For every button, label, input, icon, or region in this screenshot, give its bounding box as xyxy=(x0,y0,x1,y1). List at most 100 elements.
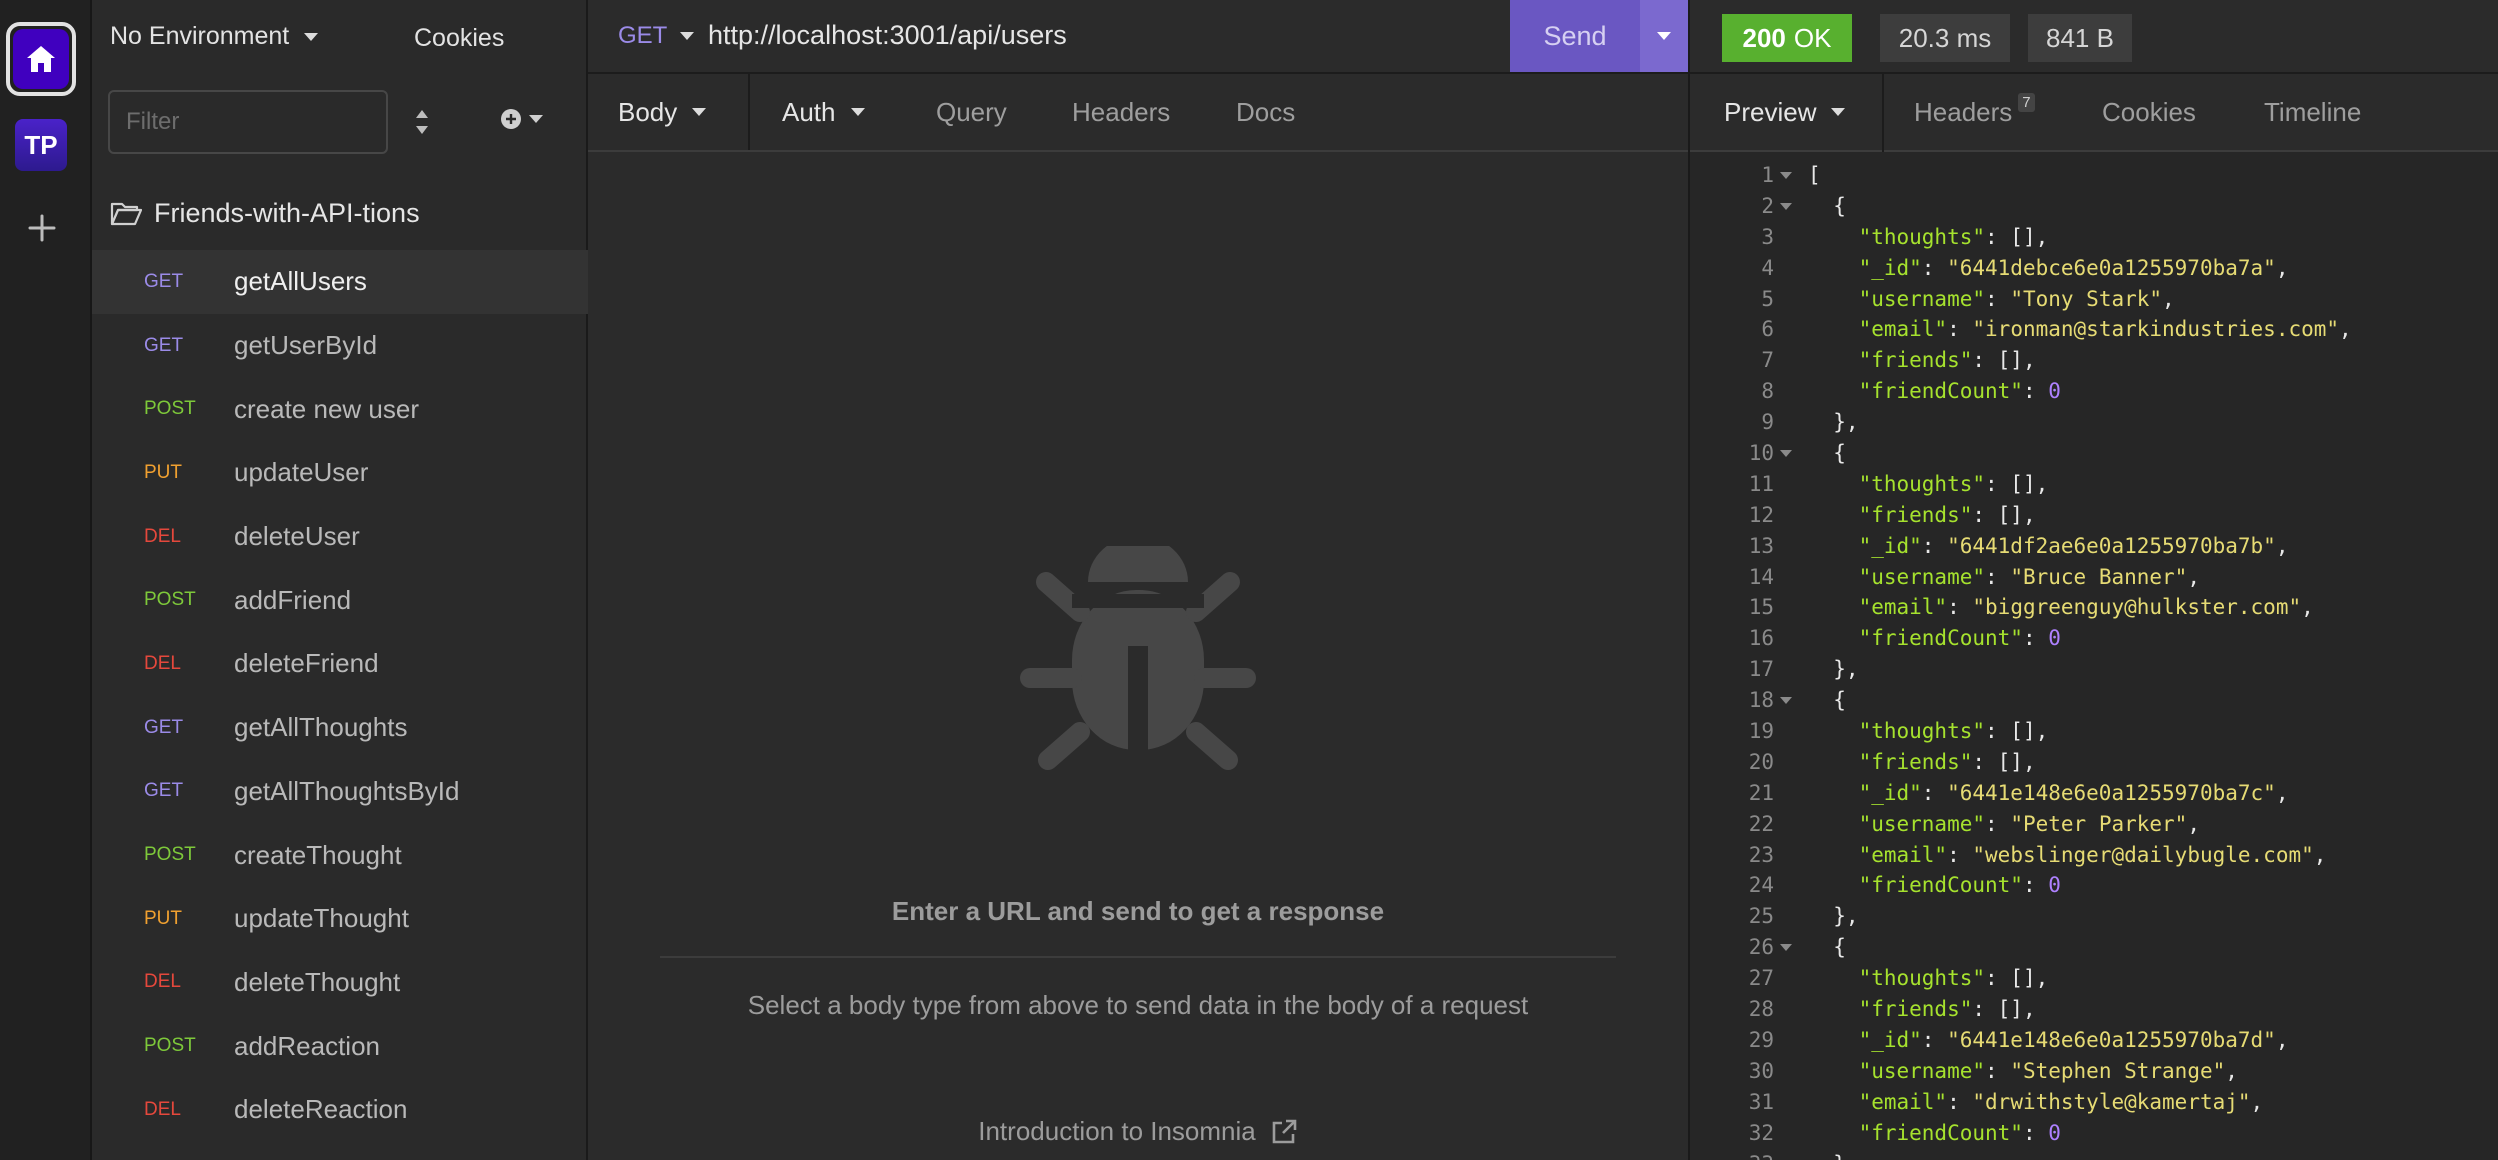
send-options-button[interactable] xyxy=(1640,0,1688,72)
code-line: 13 "_id": "6441df2ae6e0a1255970ba7b", xyxy=(1690,531,2498,562)
caret-down-icon xyxy=(1831,108,1846,116)
code-token: , xyxy=(2275,533,2289,558)
request-name: updateUser xyxy=(234,457,369,488)
request-item[interactable]: POST addReaction xyxy=(92,1014,588,1078)
code-line: 9 }, xyxy=(1690,407,2498,438)
code-line: 17 }, xyxy=(1690,654,2498,685)
code-text: "friendCount": 0 xyxy=(1808,623,2061,654)
environment-select[interactable]: No Environment xyxy=(110,22,319,51)
request-item[interactable]: POST create new user xyxy=(92,377,588,441)
fold-caret-icon[interactable] xyxy=(1780,172,1792,179)
add-request-button[interactable] xyxy=(500,108,544,130)
code-text: }, xyxy=(1808,901,1858,932)
folder-open-icon xyxy=(110,202,142,226)
code-token: "friends" xyxy=(1858,348,1973,373)
request-item[interactable]: GET getUserById xyxy=(92,314,588,378)
fold-caret-icon[interactable] xyxy=(1780,202,1792,210)
line-number: 26 xyxy=(1748,935,1774,960)
request-item[interactable]: GET getAllThoughts xyxy=(92,696,588,760)
cookies-button[interactable]: Cookies xyxy=(414,24,504,53)
line-number: 5 xyxy=(1761,286,1774,311)
tab-headers[interactable]: Headers xyxy=(1072,74,1170,150)
code-token: : xyxy=(2022,379,2049,404)
fold-caret-icon[interactable] xyxy=(1780,450,1792,458)
request-item[interactable]: DEL deleteFriend xyxy=(92,632,588,696)
environment-label: No Environment xyxy=(110,22,290,50)
request-item[interactable]: PUT updateThought xyxy=(92,887,588,951)
response-pane: 200 OK 20.3 ms 841 B Preview Headers 7 C… xyxy=(1688,0,2498,1160)
code-token: , xyxy=(2275,255,2289,280)
request-item[interactable]: POST createThought xyxy=(92,823,588,887)
folder-row[interactable]: Friends-with-API-tions xyxy=(92,186,588,240)
request-item[interactable]: POST addFriend xyxy=(92,568,588,632)
line-number: 32 xyxy=(1748,1120,1774,1145)
tab-response-headers[interactable]: Headers 7 xyxy=(1914,74,2035,150)
intro-link[interactable]: Introduction to Insomnia xyxy=(588,1116,1688,1147)
code-token: 0 xyxy=(2048,1120,2061,1145)
code-text: { xyxy=(1808,685,1846,716)
code-token: : xyxy=(2022,1120,2049,1145)
plus-icon[interactable] xyxy=(24,210,60,246)
response-body-viewer[interactable]: 1[2 {3 "thoughts": [], 4 "_id": "6441debc… xyxy=(1690,160,2498,1160)
code-text: }, xyxy=(1808,654,1858,685)
request-list: GET getAllUsers GET getUserById POST create n… xyxy=(92,250,588,1142)
line-number: 11 xyxy=(1748,471,1774,496)
home-button[interactable] xyxy=(6,22,76,96)
code-line: 32 "friendCount": 0 xyxy=(1690,1118,2498,1149)
tab-timeline[interactable]: Timeline xyxy=(2264,74,2361,150)
tab-cookies[interactable]: Cookies xyxy=(2102,74,2196,150)
method-badge: DEL xyxy=(144,1098,181,1120)
send-button[interactable]: Send xyxy=(1510,0,1640,72)
code-text: "_id": "6441debce6e0a1255970ba7a", xyxy=(1808,253,2289,284)
request-item[interactable]: DEL deleteReaction xyxy=(92,1078,588,1142)
method-select[interactable]: GET xyxy=(618,22,695,50)
url-input[interactable]: http://localhost:3001/api/users xyxy=(708,20,1067,51)
code-text: "thoughts": [], xyxy=(1808,963,2049,994)
response-status-bar: 200 OK 20.3 ms 841 B xyxy=(1690,0,2498,74)
intro-link-label: Introduction to Insomnia xyxy=(978,1116,1256,1146)
code-token: "friendCount" xyxy=(1858,1120,2023,1145)
line-number: 22 xyxy=(1748,811,1774,836)
code-line: 7 "friends": [], xyxy=(1690,345,2498,376)
code-token: , xyxy=(2275,780,2289,805)
tab-preview[interactable]: Preview xyxy=(1724,74,1846,150)
request-item[interactable]: GET getAllThoughtsById xyxy=(92,760,588,824)
status-badge: 200 OK xyxy=(1722,14,1852,62)
code-text: "friendCount": 0 xyxy=(1808,376,2061,407)
code-token: "thoughts" xyxy=(1858,719,1986,744)
plus-circle-icon xyxy=(501,109,521,129)
fold-caret-icon[interactable] xyxy=(1780,944,1792,952)
request-name: deleteUser xyxy=(234,521,360,552)
tab-auth[interactable]: Auth xyxy=(782,74,866,150)
code-line: 4 "_id": "6441debce6e0a1255970ba7a", xyxy=(1690,253,2498,284)
request-item[interactable]: DEL deleteUser xyxy=(92,505,588,569)
code-token: "friends" xyxy=(1858,749,1973,774)
sort-icon[interactable] xyxy=(408,104,436,140)
line-number: 24 xyxy=(1748,873,1774,898)
request-name: create new user xyxy=(234,393,419,424)
fold-caret-icon[interactable] xyxy=(1780,697,1792,705)
filter-input[interactable] xyxy=(108,90,388,154)
request-item[interactable]: GET getAllUsers xyxy=(92,250,588,314)
tab-query[interactable]: Query xyxy=(936,74,1007,150)
tab-docs[interactable]: Docs xyxy=(1236,74,1295,150)
project-badge[interactable]: TP xyxy=(15,119,67,171)
code-text: "email": "ironman@starkindustries.com", xyxy=(1808,314,2352,345)
code-token: "_id" xyxy=(1858,533,1922,558)
request-item[interactable]: PUT updateUser xyxy=(92,441,588,505)
code-token: "email" xyxy=(1858,842,1948,867)
code-token: "username" xyxy=(1858,1058,1986,1083)
request-item[interactable]: DEL deleteThought xyxy=(92,951,588,1015)
line-number: 8 xyxy=(1761,379,1774,404)
line-number: 14 xyxy=(1748,564,1774,589)
code-token: : xyxy=(1921,533,1948,558)
code-line: 15 "email": "biggreenguy@hulkster.com", xyxy=(1690,592,2498,623)
code-token: : xyxy=(1947,595,1973,620)
tab-body[interactable]: Body xyxy=(618,74,707,150)
code-token: : xyxy=(1921,780,1948,805)
code-token: "Peter Parker" xyxy=(2010,811,2188,836)
code-token: "6441e148e6e0a1255970ba7c" xyxy=(1947,780,2276,805)
code-token: "friendCount" xyxy=(1858,873,2023,898)
code-token: }, xyxy=(1808,410,1859,435)
